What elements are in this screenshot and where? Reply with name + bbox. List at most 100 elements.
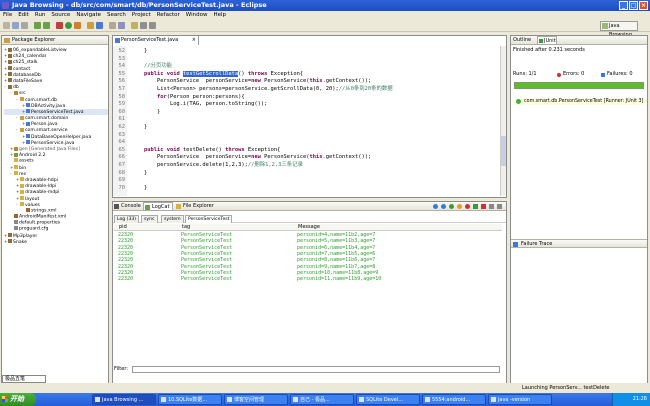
- new-icon[interactable]: [3, 22, 10, 29]
- log-row[interactable]: 22320 PersonServiceTest personid=6,name=11…: [114, 245, 502, 251]
- log-tab-all[interactable]: Log (33): [114, 215, 140, 223]
- new-package-icon[interactable]: [87, 22, 94, 29]
- run-icon[interactable]: [65, 22, 72, 29]
- maximize-button[interactable]: □: [629, 1, 638, 10]
- editor-tab[interactable]: PersonServiceTest.java ×: [113, 36, 199, 45]
- tree-item-icon: [26, 121, 30, 126]
- java-browsing-icon: [602, 23, 608, 29]
- new-class-icon[interactable]: [96, 22, 103, 29]
- perspective-switcher[interactable]: Java Browsing: [600, 21, 638, 38]
- task-label: 自己 - 极品...: [300, 397, 330, 403]
- taskbar-task[interactable]: 博客空间管理: [224, 394, 288, 405]
- taskbar-task[interactable]: 5554:android...: [422, 394, 486, 405]
- menu-window[interactable]: Window: [186, 11, 208, 20]
- taskbar-task[interactable]: Java Browsing ...: [92, 394, 156, 405]
- taskbar-task[interactable]: java -version: [488, 394, 552, 405]
- error-icon: [557, 73, 561, 77]
- ime-indicator[interactable]: 极品五笔: [2, 375, 46, 383]
- log-tab-personservicetest[interactable]: PersonServiceTest: [185, 215, 233, 223]
- code-line: 64: [115, 139, 131, 146]
- code-text: //分页功能: [143, 63, 173, 70]
- taskbar-task[interactable]: 10.SQLite数据...: [158, 394, 222, 405]
- code-line: 54 //分页功能: [115, 63, 173, 70]
- back-icon[interactable]: [140, 22, 147, 29]
- task-app-icon: [491, 397, 496, 402]
- console-icon: [114, 204, 119, 209]
- menu-run[interactable]: Run: [35, 11, 46, 20]
- scrollbar-thumb[interactable]: [501, 136, 506, 166]
- open-type-icon[interactable]: [109, 22, 116, 29]
- tab-junit[interactable]: JUnit: [537, 36, 557, 45]
- tree-item[interactable]: + Snake: [4, 239, 108, 245]
- log-pid: 22320: [118, 238, 134, 245]
- code-area[interactable]: 52 } 53 54 //分页功能 55 public void testGetScr…: [113, 46, 506, 196]
- column-tag[interactable]: tag: [182, 224, 190, 231]
- android-sdk-icon[interactable]: [34, 22, 41, 29]
- toggle-mark-icon[interactable]: [131, 22, 138, 29]
- tab-outline[interactable]: Outline: [513, 36, 531, 45]
- line-number: 53: [118, 55, 126, 62]
- debug-filter-icon[interactable]: [441, 204, 446, 209]
- log-row[interactable]: 22320 PersonServiceTest personid=11,name=1…: [114, 276, 502, 282]
- log-row[interactable]: 22320 PersonServiceTest personid=8,name=11…: [114, 257, 502, 263]
- menu-help[interactable]: Help: [213, 11, 226, 20]
- menu-refactor[interactable]: Refactor: [157, 11, 180, 20]
- clear-log-icon[interactable]: [489, 204, 494, 209]
- log-row[interactable]: 22320 PersonServiceTest personid=9,name=11…: [114, 264, 502, 270]
- log-filter-tabs: Log (33) sync system PersonServiceTest: [113, 215, 506, 223]
- log-row[interactable]: 22320 PersonServiceTest personid=4,name=11…: [114, 232, 502, 238]
- menu-navigate[interactable]: Navigate: [76, 11, 101, 20]
- column-pid[interactable]: pid: [119, 224, 127, 231]
- failure-trace-label: Failure Trace: [521, 241, 553, 247]
- debug-icon[interactable]: [56, 22, 63, 29]
- junit-test-row[interactable]: com.smart.db.PersonServiceTest [Runner: …: [514, 98, 646, 105]
- line-number: 62: [118, 124, 126, 130]
- junit-status: Finished after 0.231 seconds: [513, 47, 585, 53]
- eclipse-icon: [2, 2, 9, 9]
- close-button[interactable]: ×: [639, 1, 648, 10]
- info-filter-icon[interactable]: [449, 204, 454, 209]
- filter-input[interactable]: [132, 366, 500, 373]
- external-tools-icon[interactable]: [74, 22, 81, 29]
- tab-logcat[interactable]: LogCat: [143, 202, 173, 211]
- verbose-filter-icon[interactable]: [433, 204, 438, 209]
- editor-scrollbar[interactable]: [500, 46, 506, 196]
- menu-source[interactable]: Source: [51, 11, 70, 20]
- console-tab-bar: Console LogCat File Explorer: [113, 202, 506, 211]
- minimize-button[interactable]: _: [619, 1, 628, 10]
- tab-console[interactable]: Console: [113, 202, 141, 211]
- close-tab-icon[interactable]: ×: [192, 36, 196, 45]
- tab-file-explorer[interactable]: File Explorer: [175, 202, 219, 211]
- error-filter-icon[interactable]: [465, 204, 470, 209]
- code-line: 61: [115, 116, 131, 123]
- minimize-view-icon[interactable]: [497, 204, 502, 209]
- code-text: for(Person person:persons){: [156, 93, 245, 100]
- log-row[interactable]: 22320 PersonServiceTest personid=5,name=11…: [114, 238, 502, 244]
- tree-item-icon: [14, 214, 18, 219]
- forward-icon[interactable]: [149, 22, 156, 29]
- avd-manager-icon[interactable]: [43, 22, 50, 29]
- remove-filter-icon[interactable]: [481, 204, 486, 209]
- save-icon[interactable]: [12, 22, 19, 29]
- column-message[interactable]: Message: [298, 224, 320, 231]
- log-row[interactable]: 22320 PersonServiceTest personid=7,name=11…: [114, 251, 502, 257]
- task-label: Java Browsing ...: [102, 397, 144, 403]
- menu-edit[interactable]: Edit: [18, 11, 29, 20]
- menu-project[interactable]: Project: [132, 11, 151, 20]
- start-button[interactable]: 开始: [0, 393, 36, 406]
- print-icon[interactable]: [21, 22, 28, 29]
- log-tab-sync[interactable]: sync: [141, 215, 158, 223]
- tree-item-icon: [20, 189, 24, 194]
- warn-filter-icon[interactable]: [457, 204, 462, 209]
- package-explorer-header[interactable]: Package Explorer: [2, 36, 108, 45]
- log-row[interactable]: 22320 PersonServiceTest personid=10,name=1…: [114, 270, 502, 276]
- log-tab-system[interactable]: system: [161, 215, 184, 223]
- add-filter-icon[interactable]: [473, 204, 478, 209]
- search-icon[interactable]: [118, 22, 125, 29]
- ime-label: 极品五笔: [5, 376, 26, 382]
- taskbar-task[interactable]: 自己 - 极品...: [290, 394, 354, 405]
- errors-label: Errors: 0: [563, 71, 585, 77]
- menu-file[interactable]: File: [3, 11, 12, 20]
- taskbar-task[interactable]: SQLite Devel...: [356, 394, 420, 405]
- menu-search[interactable]: Search: [107, 11, 126, 20]
